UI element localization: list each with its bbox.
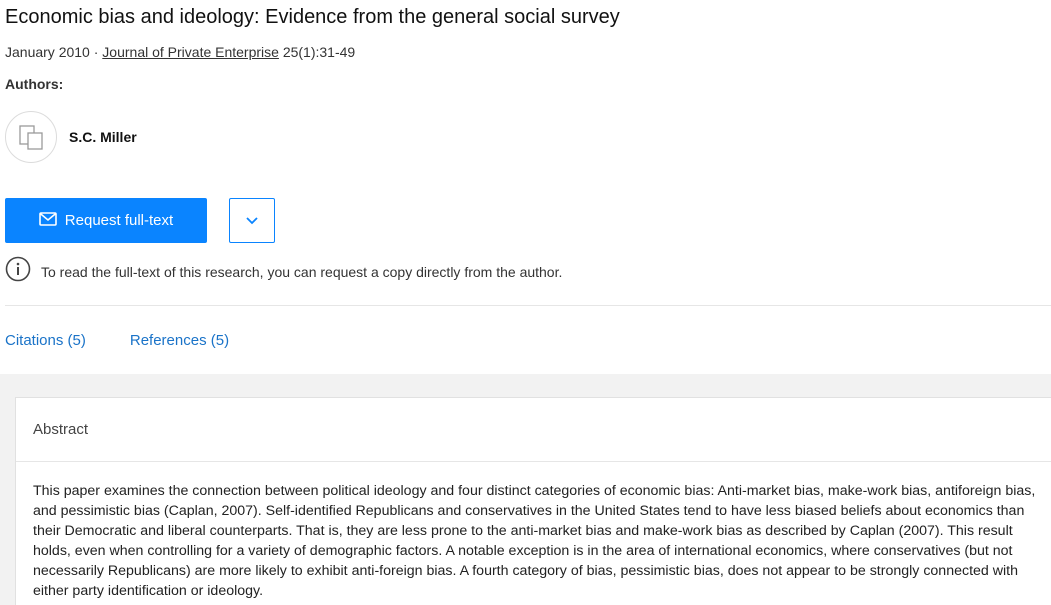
journal-citation: 25(1):31-49	[278, 44, 356, 60]
info-text: To read the full-text of this research, …	[41, 263, 563, 280]
more-options-button[interactable]	[229, 198, 275, 243]
request-full-text-button[interactable]: Request full-text	[5, 198, 207, 243]
author-name[interactable]: S.C. Miller	[69, 129, 137, 145]
tab-citations[interactable]: Citations (5)	[5, 332, 86, 349]
tab-bar: Citations (5) References (5)	[5, 332, 273, 349]
author-item[interactable]: S.C. Miller	[5, 111, 137, 163]
abstract-heading: Abstract	[16, 398, 1051, 462]
tab-references[interactable]: References (5)	[130, 332, 229, 349]
journal-link[interactable]: Journal of Private Enterprise	[102, 44, 279, 60]
paper-title: Economic bias and ideology: Evidence fro…	[5, 6, 620, 28]
chevron-down-icon	[246, 212, 258, 230]
authors-label: Authors:	[5, 76, 64, 92]
abstract-text: This paper examines the connection betwe…	[33, 483, 1036, 599]
mail-icon	[38, 211, 57, 230]
info-notice: To read the full-text of this research, …	[5, 256, 562, 287]
publication-date: January 2010 ·	[5, 44, 103, 60]
info-icon	[5, 256, 31, 287]
abstract-card: Abstract This paper examines the connect…	[15, 397, 1051, 605]
request-full-text-label: Request full-text	[64, 212, 174, 229]
divider	[5, 305, 1051, 306]
publication-meta: January 2010 · Journal of Private Enterp…	[5, 44, 355, 60]
placeholder-avatar-icon	[5, 111, 57, 163]
